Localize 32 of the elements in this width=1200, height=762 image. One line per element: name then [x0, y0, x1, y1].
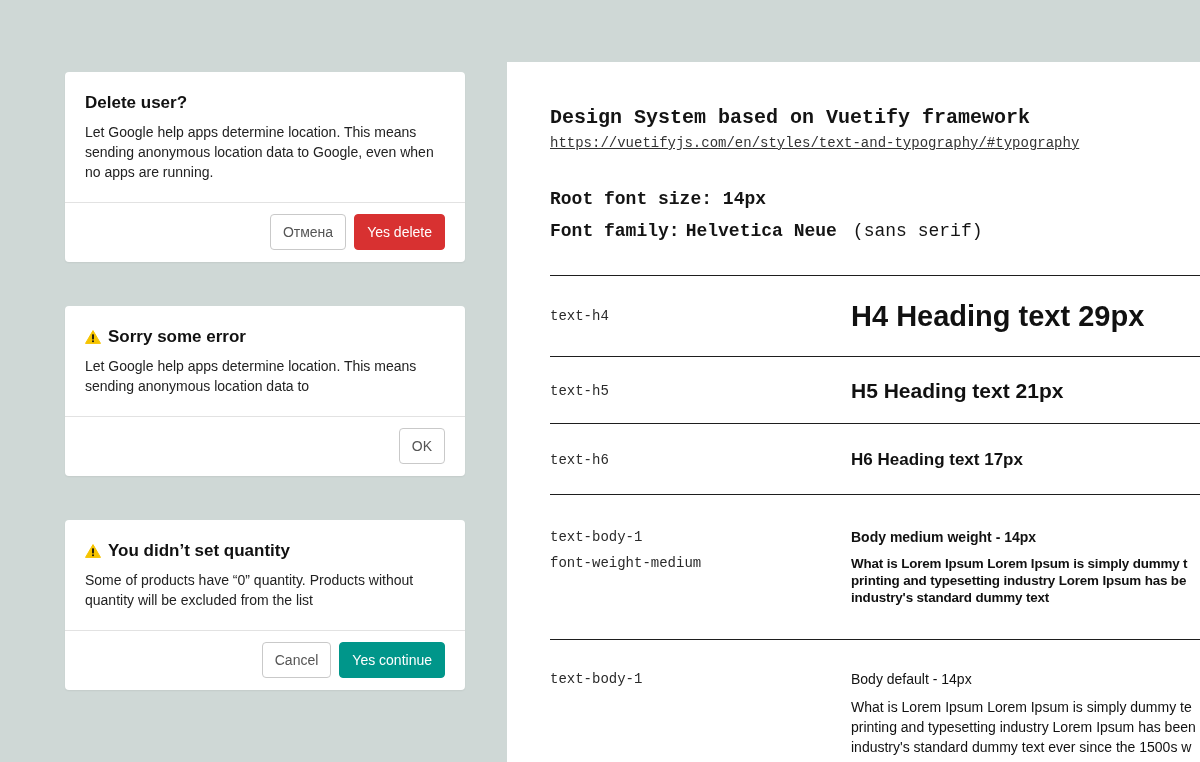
class-name-label: text-h6	[550, 451, 610, 470]
dialog-button[interactable]: Cancel	[261, 642, 332, 678]
font-family-label: Font family:	[550, 220, 680, 243]
root-font-size-text: Root font size: 14px	[550, 188, 767, 211]
heading-sample: H6 Heading text 17px	[851, 449, 1023, 471]
dialog-title: Sorry some error	[108, 326, 246, 348]
heading-sample: H5 Heading text 21px	[851, 378, 1064, 404]
dialog-message: Let Google help apps determine location. This means sending anonymous location data to Google, even when no apps are running.	[85, 123, 435, 182]
heading-sample: H4 Heading text 29px	[851, 299, 1145, 333]
dialog-message: Some of products have “0” quantity. Products without quantity will be excluded from the list	[85, 571, 415, 610]
class-name-label: text-h4	[550, 307, 610, 326]
sample-caption: Body medium weight - 14px	[851, 528, 1037, 547]
class-name-label: text-h5	[550, 382, 610, 401]
spec-title: Design System based on Vuetify framework	[550, 106, 1031, 130]
dialog-button[interactable]: OK	[398, 428, 445, 464]
warning-icon	[85, 544, 101, 558]
dialog-message: Let Google help apps determine location. This means sending anonymous location data to	[85, 357, 418, 396]
sample-paragraph: What is Lorem Ipsum Lorem Ipsum is simply dummy te printing and typesetting industry Lorem Ipsum has been industry's standard dummy text ever since the 1500s w	[851, 698, 1196, 757]
class-name-label: text-body-1	[550, 670, 644, 689]
class-name-label: font-weight-medium	[550, 554, 703, 573]
sample-caption: Body default - 14px	[851, 670, 972, 689]
class-name-label: text-body-1	[550, 528, 644, 547]
dialog-title: You didn’t set quantity	[108, 540, 290, 562]
font-family-note: (sans serif)	[852, 220, 983, 243]
warning-icon	[85, 330, 101, 344]
dialog-title: Delete user?	[85, 92, 188, 114]
dialog-button[interactable]: Yes continue	[339, 642, 445, 678]
sample-paragraph: What is Lorem Ipsum Lorem Ipsum is simply dummy t printing and typesetting industry Lorem Ipsum has be industry's standard dummy text	[851, 555, 1188, 606]
reference-link[interactable]: https://vuetifyjs.com/en/styles/text-and-typography/#typography	[550, 134, 1080, 152]
font-family-value: Helvetica Neue	[685, 220, 837, 243]
dialog-button[interactable]: Yes delete	[354, 214, 445, 250]
dialog-button[interactable]: Отмена	[269, 214, 347, 250]
